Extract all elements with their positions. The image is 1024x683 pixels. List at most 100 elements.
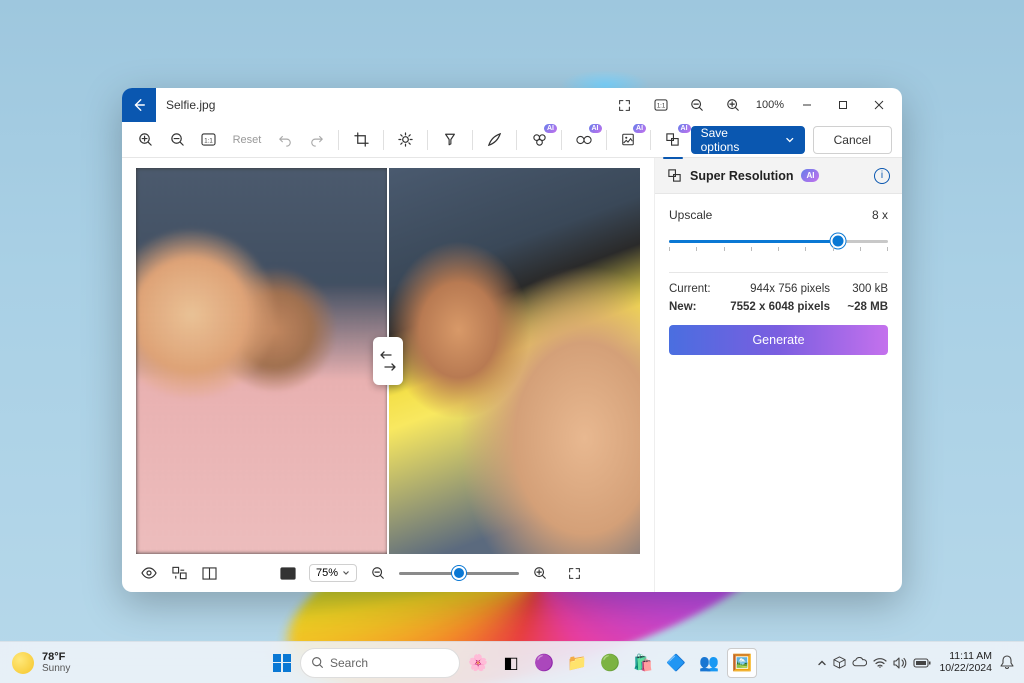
tray-volume-icon[interactable] [893,657,907,669]
separator [606,130,607,150]
zoom-slider[interactable] [399,572,519,575]
zoom-out-icon[interactable] [365,560,391,586]
taskbar-app-teams[interactable]: 👥 [694,648,724,678]
tray-chevron-up-icon[interactable] [817,658,827,668]
fullscreen-icon[interactable] [608,91,642,119]
current-label: Current: [669,283,727,295]
zoom-out-tool-icon[interactable] [164,126,192,154]
new-label: New: [669,301,727,313]
clock-date: 10/22/2024 [939,663,992,675]
canvas-footer: 75% [136,554,640,586]
fit-icon[interactable] [275,560,301,586]
weather-widget[interactable]: 78°F Sunny [12,651,70,674]
ai-badge: AI [633,124,646,133]
search-input[interactable]: Search [300,648,460,678]
redo-icon[interactable] [303,126,331,154]
window-title: Selfie.jpg [166,98,215,112]
info-icon[interactable]: i [874,168,890,184]
zoom-in-tool-icon[interactable] [132,126,160,154]
markup-icon[interactable] [481,126,509,154]
panel-header: Super Resolution AI i [655,158,902,194]
separator [338,130,339,150]
clock-time: 11:11 AM [949,651,992,663]
taskbar-app-edge[interactable]: 🟢 [595,648,625,678]
erase-ai-icon[interactable]: AI [525,126,553,154]
tray-onedrive-icon[interactable] [852,657,867,668]
split-view-icon[interactable] [196,560,222,586]
chevron-down-icon [785,135,795,145]
panel-title: Super Resolution [690,169,793,183]
brightness-icon[interactable] [392,126,420,154]
fullscreen-icon[interactable] [561,560,587,586]
ai-badge: AI [678,124,691,133]
new-dims: 7552 x 6048 pixels [727,301,830,313]
taskbar-app-outlook[interactable]: 🔷 [661,648,691,678]
super-resolution-ai-icon[interactable]: AI [659,126,687,154]
taskbar-app-store[interactable]: 🛍️ [628,648,658,678]
tray-wifi-icon[interactable] [873,657,887,668]
compare-handle[interactable] [373,337,403,385]
save-options-label: Save options [701,126,767,154]
current-size: 300 kB [830,283,888,295]
taskbar-app-taskview[interactable]: ◧ [496,648,526,678]
windows-logo-icon [273,654,291,672]
image-canvas [136,168,640,554]
restyle-ai-icon[interactable]: AI [614,126,642,154]
editor-toolbar: 1:1 Reset AI AI AI AI Save options Cance… [122,122,902,158]
separator [516,130,517,150]
current-dims: 944x 756 pixels [727,283,830,295]
super-resolution-panel: Super Resolution AI i Upscale 8 x Curren… [654,158,902,592]
weather-temp: 78°F [42,651,70,663]
back-button[interactable] [122,88,156,122]
titlebar: Selfie.jpg 1:1 100% [122,88,902,122]
actual-size-icon[interactable]: 1:1 [644,91,678,119]
weather-condition: Sunny [42,663,70,674]
generate-button[interactable]: Generate [669,325,888,355]
start-button[interactable] [267,648,297,678]
super-resolution-icon [667,168,682,183]
tray-cube-icon[interactable] [833,656,846,669]
svg-text:1:1: 1:1 [657,104,666,110]
taskbar-app-1[interactable]: 🌸 [463,648,493,678]
zoom-select[interactable]: 75% [309,564,357,582]
zoom-slider-thumb[interactable] [452,566,466,580]
swap-arrows-icon [380,350,396,360]
upscale-slider[interactable] [669,230,888,254]
after-image [388,168,640,554]
fit-screen-icon[interactable]: 1:1 [195,126,223,154]
tray-battery-icon[interactable] [913,658,931,668]
zoom-out-icon[interactable] [680,91,714,119]
ai-pill: AI [801,169,819,182]
taskbar-app-explorer[interactable]: 📁 [562,648,592,678]
close-button[interactable] [862,91,896,119]
zoom-in-icon[interactable] [527,560,553,586]
before-image [136,168,388,554]
reset-button[interactable]: Reset [227,126,268,154]
maximize-button[interactable] [826,91,860,119]
crop-icon[interactable] [347,126,375,154]
tray-notifications-icon[interactable] [1000,655,1014,670]
taskbar-app-copilot[interactable]: 🟣 [529,648,559,678]
taskbar-app-photos[interactable]: 🖼️ [727,648,757,678]
separator [669,272,888,273]
minimize-button[interactable] [790,91,824,119]
zoom-value: 75% [316,567,338,579]
upscale-value: 8 x [872,208,888,222]
undo-icon[interactable] [271,126,299,154]
search-placeholder: Search [330,656,368,670]
system-clock[interactable]: 11:11 AM 10/22/2024 [939,651,992,674]
background-ai-icon[interactable]: AI [570,126,598,154]
view-toggle-icon[interactable] [136,560,162,586]
sun-icon [12,652,34,674]
cancel-button[interactable]: Cancel [813,126,892,154]
save-options-button[interactable]: Save options [691,126,805,154]
title-zoom-pct: 100% [752,99,788,111]
search-icon [311,656,324,669]
zoom-in-icon[interactable] [716,91,750,119]
separator [472,130,473,150]
separator [561,130,562,150]
compare-view-icon[interactable] [166,560,192,586]
separator [383,130,384,150]
svg-text:1:1: 1:1 [205,138,214,144]
filter-icon[interactable] [436,126,464,154]
